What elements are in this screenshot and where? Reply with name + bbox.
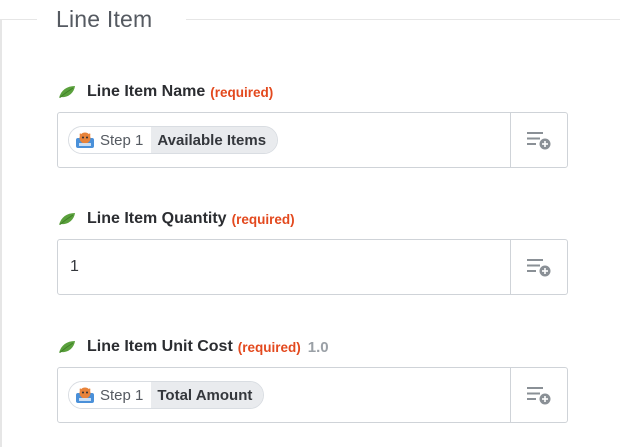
app-mascot-icon: [76, 387, 94, 403]
default-value-hint: 1.0: [307, 338, 329, 356]
section-frame: [0, 20, 2, 447]
field-label-text: Line Item Unit Cost: [87, 338, 233, 355]
required-tag: (required): [210, 84, 274, 100]
pill-value-label: Available Items: [151, 127, 278, 153]
leaf-icon: [59, 341, 75, 353]
field-label-line-item-unit-cost: Line Item Unit Cost (required) 1.0: [58, 337, 329, 357]
pill-step-label: Step 1: [100, 131, 144, 149]
insert-data-button[interactable]: [511, 113, 567, 167]
line-item-unit-cost-field[interactable]: Step 1 Total Amount: [57, 367, 568, 423]
pill-step-part: Step 1: [69, 127, 152, 153]
insert-data-icon: [527, 387, 551, 405]
field-label-text: Line Item Name: [87, 83, 206, 100]
field-label-text: Line Item Quantity: [87, 210, 227, 227]
line-item-section: Line Item Line Item Name (required) Step: [0, 0, 620, 447]
required-tag: (required): [237, 339, 301, 355]
field-value: 1: [70, 258, 79, 275]
pill-step-label: Step 1: [100, 386, 144, 404]
required-tag: (required): [231, 211, 295, 227]
insert-data-icon: [527, 259, 551, 277]
line-item-name-field[interactable]: Step 1 Available Items: [57, 112, 568, 168]
section-frame-top: [186, 19, 620, 20]
insert-data-icon: [527, 132, 551, 150]
app-mascot-icon: [76, 132, 94, 148]
insert-data-button[interactable]: [511, 240, 567, 294]
line-item-quantity-field[interactable]: 1: [57, 239, 568, 295]
mapped-value-pill[interactable]: Step 1 Total Amount: [68, 381, 265, 409]
leaf-icon: [59, 86, 75, 98]
pill-value-label: Total Amount: [151, 382, 264, 408]
field-label-line-item-quantity: Line Item Quantity (required): [58, 209, 295, 229]
pill-step-part: Step 1: [69, 382, 152, 408]
leaf-icon: [59, 213, 75, 225]
section-frame-top: [0, 19, 37, 20]
section-title: Line Item: [56, 6, 153, 32]
field-label-line-item-name: Line Item Name (required): [58, 82, 273, 102]
mapped-value-pill[interactable]: Step 1 Available Items: [68, 126, 279, 154]
insert-data-button[interactable]: [511, 368, 567, 422]
